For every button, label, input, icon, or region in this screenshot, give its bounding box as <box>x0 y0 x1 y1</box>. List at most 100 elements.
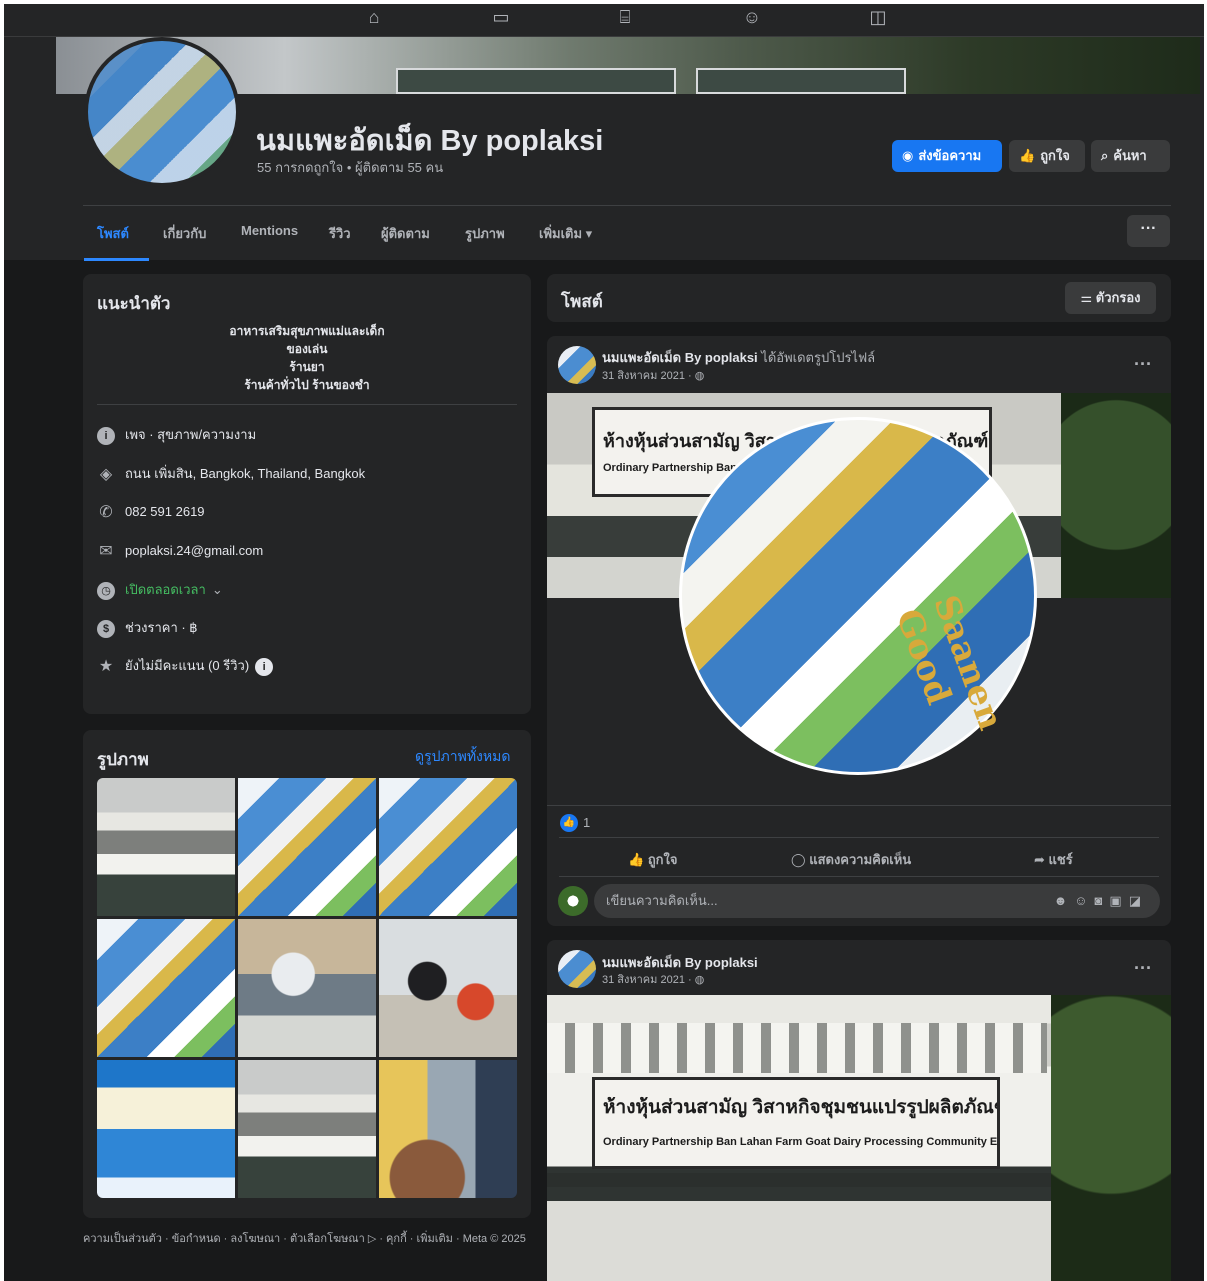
clock-icon: ◷ <box>97 581 115 600</box>
location-icon: ◈ <box>99 465 113 483</box>
category-text: เพจ · สุขภาพ/ความงาม <box>125 427 257 442</box>
groups-icon[interactable]: ☺ <box>740 6 764 28</box>
intro-rating-row: ★ ยังไม่มีคะแนน (0 รีวิว) i <box>97 655 283 677</box>
tab-posts[interactable]: โพสต์ <box>97 223 129 244</box>
building-sign: ห้างหุ้นส่วนสามัญ วิสาหกิจชุมชนแปรรูปผลิ… <box>592 1077 1000 1169</box>
intro-category-row: i เพจ · สุขภาพ/ความงาม <box>97 424 256 446</box>
photo-thumbnail[interactable] <box>238 1060 376 1198</box>
more-options-button[interactable]: ··· <box>1127 215 1170 247</box>
post-divider <box>547 805 1171 806</box>
share-action-button[interactable]: ➦ แชร์ <box>1034 849 1073 870</box>
action-divider <box>559 876 1159 877</box>
video-icon[interactable]: ▭ <box>489 6 513 28</box>
share-icon: ➦ <box>1034 852 1045 867</box>
email-icon: ✉ <box>99 542 113 560</box>
photo-thumbnail[interactable] <box>379 1060 517 1198</box>
photo-thumbnail[interactable] <box>238 778 376 916</box>
post-author[interactable]: นมแพะอัดเม็ด By poplaksi ได้อัพเดตรูปโปร… <box>602 347 875 368</box>
filter-button[interactable]: ⚌ ตัวกรอง <box>1065 282 1156 314</box>
sign-line-english: Ordinary Partnership Ban Lahan Farm Goat… <box>603 1136 998 1148</box>
intro-price-row: $ ช่วงราคา · ฿ <box>97 617 198 639</box>
like-label: ถูกใจ <box>1040 148 1070 163</box>
see-all-photos-link[interactable]: ดูรูปภาพทั้งหมด <box>415 746 510 768</box>
post-author-name[interactable]: นมแพะอัดเม็ด By poplaksi <box>602 350 758 365</box>
rating-text: ยังไม่มีคะแนน (0 รีวิว) <box>125 658 250 673</box>
intro-email-row[interactable]: ✉ poplaksi.24@gmail.com <box>97 540 263 562</box>
marketplace-icon[interactable]: ⌸ <box>613 6 637 28</box>
post-image[interactable]: ห้างหุ้นส่วนสามัญ วิสาหกิจชุมชนแปรรูปผลิ… <box>547 393 1171 805</box>
comment-action-label: แสดงความคิดเห็น <box>809 852 912 867</box>
post-author-avatar[interactable] <box>558 346 596 384</box>
sticker-icon[interactable]: ◪ <box>1129 893 1148 908</box>
search-icon: ⌕ <box>1101 148 1109 163</box>
comment-input[interactable]: เขียนความคิดเห็น... ☻☺◙▣◪ <box>594 884 1160 918</box>
tab-mentions[interactable]: Mentions <box>241 223 298 238</box>
search-page-button[interactable]: ⌕ ค้นหา <box>1091 140 1170 172</box>
photo-thumbnail[interactable] <box>97 778 235 916</box>
comment-tools: ☻☺◙▣◪ <box>1054 884 1148 918</box>
post-image[interactable]: ห้างหุ้นส่วนสามัญ วิสาหกิจชุมชนแปรรูปผลิ… <box>547 995 1171 1281</box>
search-label: ค้นหา <box>1113 148 1147 163</box>
building-roof <box>547 1173 1087 1187</box>
intro-hours-row[interactable]: ◷ เปิดตลอดเวลา ⌄ <box>97 579 223 601</box>
trees <box>1061 393 1171 598</box>
intro-card: แนะนำตัว อาหารเสริมสุขภาพแม่และเด็ก ของเ… <box>83 274 531 714</box>
photo-thumbnail[interactable] <box>379 778 517 916</box>
post-date[interactable]: 31 สิงหาคม 2021 · ◍ <box>602 970 704 988</box>
tab-reviews[interactable]: รีวิว <box>329 223 351 244</box>
home-icon[interactable]: ⌂ <box>362 6 386 28</box>
footer-links[interactable]: ความเป็นส่วนตัว · ข้อกำหนด · ลงโฆษณา · ต… <box>83 1232 533 1246</box>
thumbs-up-icon: 👍 <box>1019 148 1036 163</box>
photo-thumbnail[interactable] <box>238 919 376 1057</box>
phone-icon: ✆ <box>99 503 113 521</box>
emoji-icon[interactable]: ☺ <box>1074 893 1094 908</box>
like-page-button[interactable]: 👍 ถูกใจ <box>1009 140 1085 172</box>
intro-phone-row[interactable]: ✆ 082 591 2619 <box>97 501 204 523</box>
photo-thumbnail[interactable] <box>379 919 517 1057</box>
price-text: ช่วงราคา · ฿ <box>125 620 198 635</box>
photos-card: รูปภาพ ดูรูปภาพทั้งหมด <box>83 730 531 1218</box>
hours-text: เปิดตลอดเวลา <box>125 582 206 597</box>
tab-more[interactable]: เพิ่มเติม ▾ <box>539 223 592 244</box>
messenger-icon: ◉ <box>902 148 914 163</box>
tab-about[interactable]: เกี่ยวกับ <box>163 223 206 244</box>
tab-followers[interactable]: ผู้ติดตาม <box>381 223 430 244</box>
camera-icon[interactable]: ◙ <box>1095 893 1110 908</box>
intro-divider <box>97 404 517 405</box>
post-date-text: 31 สิงหาคม 2021 · <box>602 370 695 382</box>
sign-text-en: Ordinary Partnership Ban <box>603 462 737 474</box>
info-icon[interactable]: i <box>255 657 274 676</box>
like-reaction-icon[interactable]: 👍 <box>560 814 578 832</box>
reaction-count[interactable]: 1 <box>583 815 590 830</box>
intro-bio-line: ร้านค้าทั่วไป ร้านของชำ <box>244 378 370 392</box>
intro-bio-line: ของเล่น <box>286 342 328 356</box>
gif-icon[interactable]: ▣ <box>1109 893 1128 908</box>
commenter-avatar[interactable] <box>558 886 588 916</box>
post-options-button[interactable]: ··· <box>1134 958 1152 979</box>
intro-address-row[interactable]: ◈ ถนน เพิ่มสิน, Bangkok, Thailand, Bangko… <box>97 463 365 485</box>
globe-icon: ◍ <box>694 974 705 986</box>
tab-photos[interactable]: รูปภาพ <box>465 223 505 244</box>
comment-icon: ◯ <box>791 852 806 867</box>
photo-thumbnail[interactable] <box>97 1060 235 1198</box>
intro-bio-line: ร้านยา <box>289 360 325 374</box>
page-stats: 55 การกดถูกใจ • ผู้ติดตาม 55 คน <box>257 160 444 175</box>
post-author-avatar[interactable] <box>558 950 596 988</box>
cover-window <box>396 68 676 94</box>
globe-icon: ◍ <box>694 370 705 382</box>
info-icon: i <box>97 426 115 445</box>
gaming-icon[interactable]: ◫ <box>866 6 890 28</box>
photo-thumbnail[interactable] <box>97 919 235 1057</box>
post-options-button[interactable]: ··· <box>1134 354 1152 375</box>
sign-line-thai: ห้างหุ้นส่วนสามัญ วิสาหกิจชุมชนแปรรูปผลิ… <box>603 1097 997 1118</box>
post-date[interactable]: 31 สิงหาคม 2021 · ◍ <box>602 366 704 384</box>
post-date-text: 31 สิงหาคม 2021 · <box>602 974 695 986</box>
address-text: ถนน เพิ่มสิน, Bangkok, Thailand, Bangkok <box>125 466 366 481</box>
thumbs-up-icon: 👍 <box>628 852 645 867</box>
send-message-button[interactable]: ◉ ส่งข้อความ <box>892 140 1002 172</box>
avatar-sticker-icon[interactable]: ☻ <box>1054 893 1075 908</box>
comment-action-button[interactable]: ◯ แสดงความคิดเห็น <box>791 849 911 870</box>
like-action-button[interactable]: 👍 ถูกใจ <box>628 849 678 870</box>
profile-avatar[interactable] <box>84 37 240 187</box>
share-action-label: แชร์ <box>1048 852 1073 867</box>
